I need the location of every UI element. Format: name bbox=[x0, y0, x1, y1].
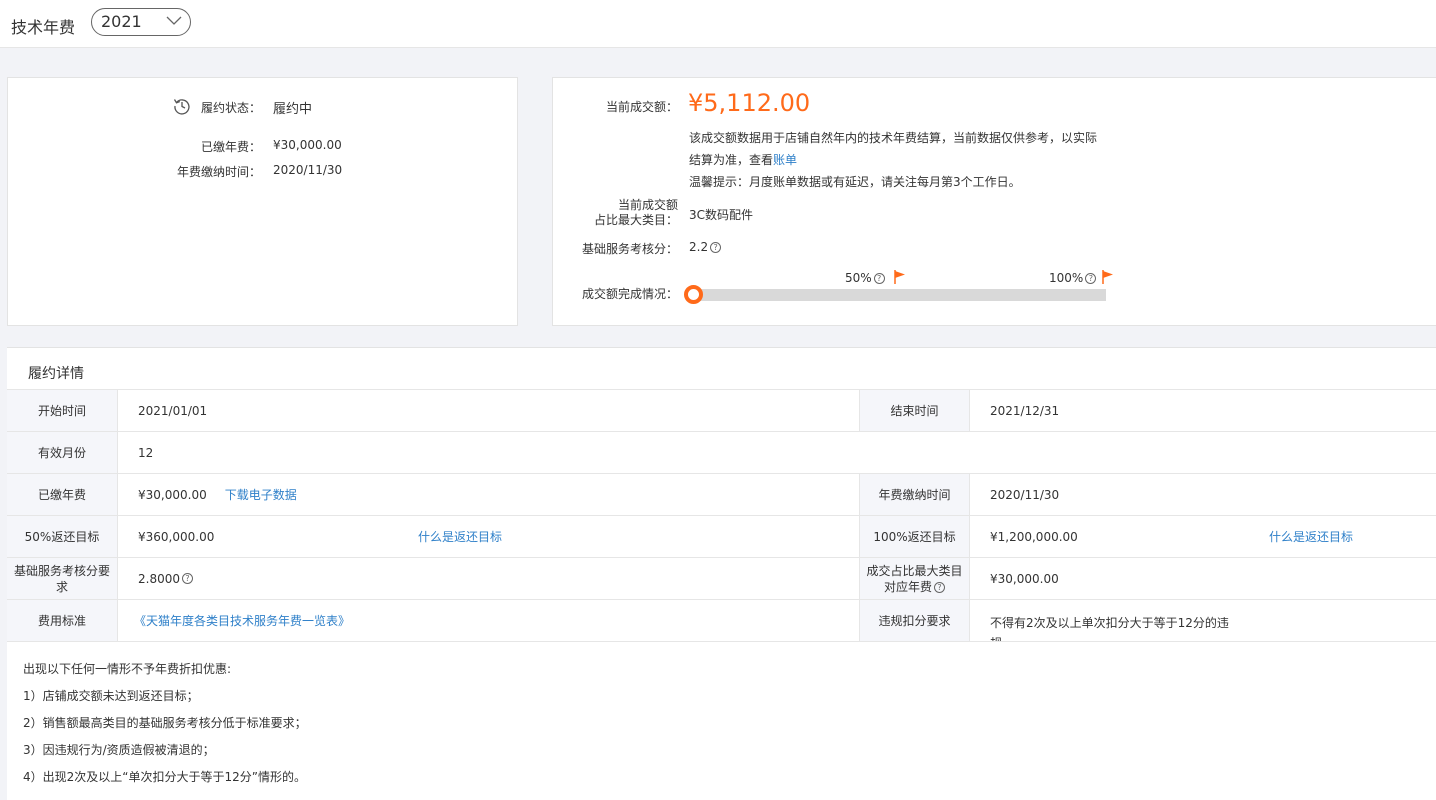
progress-label: 成交额完成情况： bbox=[581, 287, 678, 301]
help-icon[interactable]: ? bbox=[182, 573, 193, 584]
status-value: 履约中 bbox=[273, 102, 313, 117]
fee-standard-link[interactable]: 《天猫年度各类目技术服务年费一览表》 bbox=[134, 612, 350, 629]
top-category-value: 3C数码配件 bbox=[689, 208, 754, 222]
table-row: 开始时间 2021/01/01 结束时间 2021/12/31 bbox=[7, 389, 1436, 431]
category-fee-label-line2: 对应年费? bbox=[884, 579, 945, 595]
page-title: 技术年费 bbox=[11, 18, 76, 37]
progress-track bbox=[689, 289, 1106, 301]
divider bbox=[7, 641, 1436, 642]
violation-value-line2: 规 bbox=[990, 633, 1002, 641]
marker-100: 100%? bbox=[1049, 271, 1097, 285]
violation-value-line1: 不得有2次及以上单次扣分大于等于12分的违 bbox=[990, 616, 1229, 630]
end-time-value: 2021/12/31 bbox=[990, 403, 1060, 418]
help-icon[interactable]: ? bbox=[1085, 273, 1097, 284]
sales-description-line2: 结算为准，查看账单 bbox=[689, 149, 1097, 171]
table-row: 基础服务考核分要求 2.8000? 成交占比最大类目 对应年费? ¥30,000… bbox=[7, 557, 1436, 599]
table-row: 费用标准 《天猫年度各类目技术服务年费一览表》 违规扣分要求 不得有2次及以上单… bbox=[7, 599, 1436, 641]
detail-title: 履约详情 bbox=[28, 366, 84, 382]
category-fee-label-line1: 成交占比最大类目 bbox=[866, 563, 963, 578]
what-is-target-link[interactable]: 什么是返还目标 bbox=[1269, 528, 1353, 545]
score-requirement-value: 2.8000 bbox=[138, 571, 180, 586]
target-50-value: ¥360,000.00 bbox=[138, 529, 215, 544]
violation-label: 违规扣分要求 bbox=[859, 600, 970, 641]
top-bar: 技术年费 2021 bbox=[0, 0, 1436, 48]
progress-knob bbox=[684, 285, 703, 304]
service-score-value: 2.2 bbox=[689, 240, 709, 254]
fee-standard-label: 费用标准 bbox=[7, 600, 118, 641]
sales-tip: 温馨提示：月度账单数据或有延迟，请关注每月第3个工作日。 bbox=[689, 175, 1021, 189]
service-score-label: 基础服务考核分： bbox=[581, 242, 678, 256]
year-select-value: 2021 bbox=[101, 12, 142, 31]
download-data-link[interactable]: 下载电子数据 bbox=[225, 486, 297, 503]
target-100-value: ¥1,200,000.00 bbox=[990, 529, 1078, 544]
target-50-label: 50%返还目标 bbox=[7, 516, 118, 557]
note-line: 3）因违规行为/资质造假被清退的； bbox=[23, 743, 215, 757]
score-requirement-cell: 2.8000? bbox=[118, 558, 859, 599]
table-row: 已缴年费 ¥30,000.00 下载电子数据 年费缴纳时间 2020/11/30 bbox=[7, 473, 1436, 515]
score-requirement-label: 基础服务考核分要求 bbox=[7, 558, 118, 599]
marker-100-label: 100% bbox=[1049, 271, 1084, 285]
category-fee-value: ¥30,000.00 bbox=[990, 571, 1059, 586]
fee-standard-cell: 《天猫年度各类目技术服务年费一览表》 bbox=[118, 600, 859, 641]
marker-50: 50%? bbox=[845, 271, 885, 285]
sales-description: 该成交额数据用于店铺自然年内的技术年费结算，当前数据仅供参考，以实际 结算为准，… bbox=[689, 127, 1097, 193]
category-fee-label: 成交占比最大类目 对应年费? bbox=[859, 558, 970, 599]
help-icon[interactable]: ? bbox=[873, 273, 885, 284]
current-sales-value: ¥5,112.00 bbox=[688, 89, 811, 117]
start-time-label: 开始时间 bbox=[7, 390, 118, 431]
pay-time-value: 2020/11/30 bbox=[990, 487, 1060, 502]
target-50-help: 什么是返还目标 bbox=[418, 516, 502, 557]
table-row: 有效月份 12 bbox=[7, 431, 1436, 473]
contract-status-card: 履约状态： 履约中 已缴年费： ¥30,000.00 年费缴纳时间： 2020/… bbox=[7, 77, 518, 326]
year-select[interactable]: 2021 bbox=[91, 8, 191, 36]
start-time-value: 2021/01/01 bbox=[138, 403, 208, 418]
table-row: 50%返还目标 ¥360,000.00 什么是返还目标 100%返还目标 ¥1,… bbox=[7, 515, 1436, 557]
note-line: 1）店铺成交额未达到返还目标； bbox=[23, 689, 199, 703]
target-100-help: 什么是返还目标 bbox=[1269, 516, 1353, 557]
help-icon[interactable]: ? bbox=[934, 581, 945, 593]
current-sales-label: 当前成交额： bbox=[605, 100, 678, 114]
pay-time-label: 年费缴纳时间 bbox=[859, 474, 970, 515]
marker-50-label: 50% bbox=[845, 271, 872, 285]
sales-card: 当前成交额： ¥5,112.00 该成交额数据用于店铺自然年内的技术年费结算，当… bbox=[552, 77, 1436, 326]
paid-fee-value: ¥30,000.00 bbox=[273, 138, 342, 152]
discount-notes: 出现以下任何一情形不予年费折扣优惠: 1）店铺成交额未达到返还目标； 2）销售额… bbox=[23, 656, 307, 791]
what-is-target-link[interactable]: 什么是返还目标 bbox=[418, 528, 502, 545]
valid-months-label: 有效月份 bbox=[7, 432, 118, 473]
category-fee-label-line2-text: 对应年费 bbox=[883, 579, 932, 594]
violation-value: 不得有2次及以上单次扣分大于等于12分的违 规 bbox=[970, 600, 1270, 641]
paid-fee-label: 已缴年费： bbox=[200, 140, 261, 154]
sales-description-line2-text: 结算为准，查看 bbox=[689, 153, 774, 167]
paid-fee-value: ¥30,000.00 bbox=[138, 487, 207, 502]
valid-months-value: 12 bbox=[138, 445, 154, 460]
flag-icon bbox=[1102, 270, 1113, 284]
top-category-label: 当前成交额 占比最大类目： bbox=[563, 198, 678, 228]
sales-description-line1: 该成交额数据用于店铺自然年内的技术年费结算，当前数据仅供参考，以实际 bbox=[689, 131, 1098, 145]
note-line: 2）销售额最高类目的基础服务考核分低于标准要求； bbox=[23, 716, 307, 730]
contract-detail-panel: 履约详情 开始时间 2021/01/01 结束时间 2021/12/31 有效月… bbox=[7, 347, 1436, 800]
service-score: 2.2? bbox=[689, 240, 722, 254]
pay-time-label: 年费缴纳时间： bbox=[176, 165, 261, 179]
end-time-label: 结束时间 bbox=[859, 390, 970, 431]
note-line: 出现以下任何一情形不予年费折扣优惠: bbox=[23, 662, 232, 676]
pay-time-value: 2020/11/30 bbox=[273, 163, 343, 177]
top-category-label-line2: 占比最大类目： bbox=[593, 213, 678, 227]
target-100-label: 100%返还目标 bbox=[859, 516, 970, 557]
bill-link[interactable]: 账单 bbox=[773, 153, 797, 167]
help-icon[interactable]: ? bbox=[710, 242, 722, 253]
paid-fee-cell: ¥30,000.00 下载电子数据 bbox=[118, 474, 859, 515]
paid-fee-label: 已缴年费 bbox=[7, 474, 118, 515]
note-line: 4）出现2次及以上“单次扣分大于等于12分”情形的。 bbox=[23, 770, 306, 784]
flag-icon bbox=[894, 270, 905, 284]
status-label: 履约状态： bbox=[200, 101, 261, 115]
chevron-down-icon bbox=[166, 16, 182, 25]
top-category-label-line1: 当前成交额 bbox=[617, 198, 678, 212]
